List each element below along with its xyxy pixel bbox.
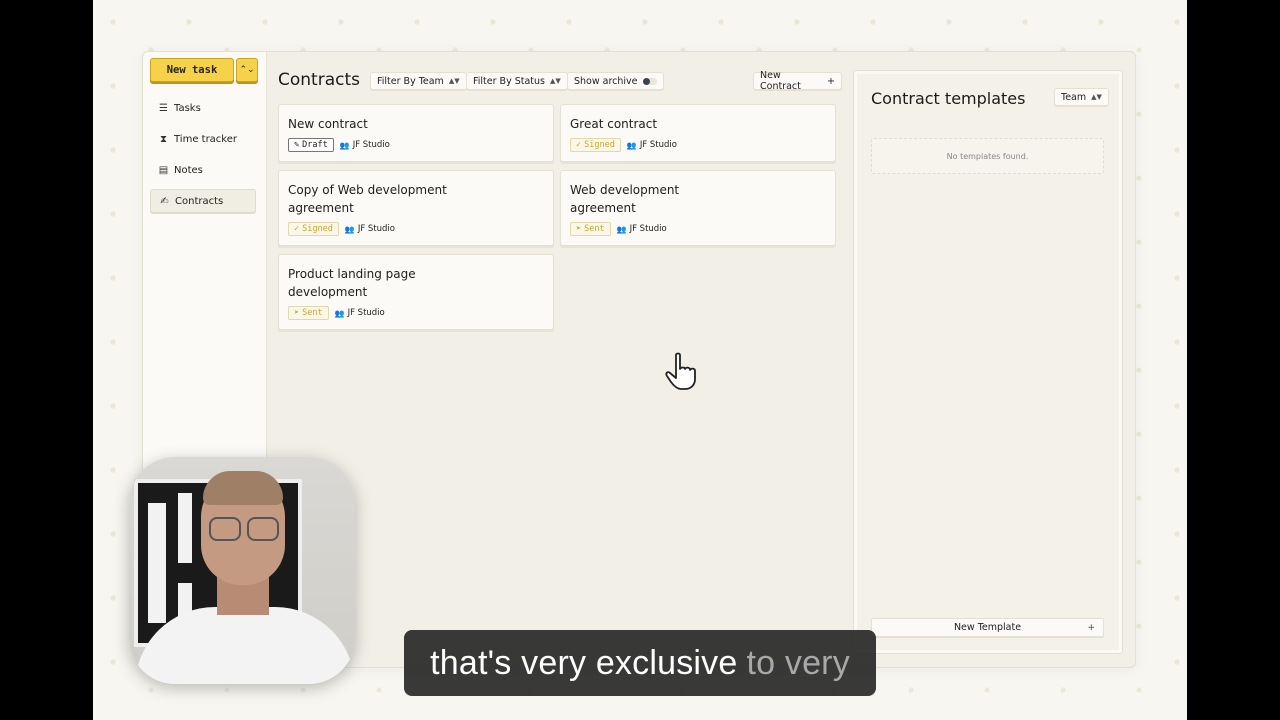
contract-title: New contract — [288, 117, 368, 131]
contract-meta: ✓ Signed 👥 JF Studio — [288, 222, 395, 236]
team-name: JF Studio — [639, 140, 677, 150]
sidebar-item-time-tracker[interactable]: ⧗ Time tracker — [150, 127, 256, 151]
sidebar-item-label: Tasks — [174, 102, 201, 114]
filter-by-status-select[interactable]: Filter By Status ▲▼ — [466, 72, 568, 90]
team-name: JF Studio — [347, 308, 385, 318]
filter-team-label: Filter By Team — [377, 75, 444, 87]
contract-card[interactable]: Product landing page development ➤ Sent … — [278, 254, 554, 330]
new-contract-button[interactable]: New Contract + — [753, 70, 842, 92]
status-text: Sent — [584, 224, 605, 234]
team-label: 👥 JF Studio — [617, 224, 667, 234]
pencil-icon: ✎ — [294, 140, 300, 150]
hourglass-icon: ⧗ — [159, 133, 168, 145]
chevron-up-down-icon: ▲▼ — [549, 77, 561, 85]
contract-card[interactable]: New contract ✎ Draft 👥 JF Studio — [278, 104, 554, 162]
sidebar-item-label: Time tracker — [174, 133, 238, 145]
users-icon: 👥 — [334, 308, 345, 318]
team-label: 👥 JF Studio — [340, 140, 390, 150]
new-template-button[interactable]: New Template + — [871, 618, 1104, 637]
status-text: Sent — [302, 308, 323, 318]
glasses-icon — [209, 517, 279, 541]
status-badge: ➤ Sent — [570, 222, 611, 236]
new-task-button[interactable]: New task — [150, 58, 234, 82]
contract-title: Great contract — [570, 117, 658, 131]
send-icon: ➤ — [576, 224, 582, 234]
contract-title: Web development agreement — [570, 183, 680, 215]
webcam-overlay — [129, 457, 355, 684]
users-icon: 👥 — [344, 224, 355, 234]
team-name: JF Studio — [629, 224, 667, 234]
contract-meta: ✎ Draft 👥 JF Studio — [288, 138, 390, 152]
chevron-up-down-icon: ⌃⌄ — [239, 65, 255, 75]
plus-icon: + — [827, 75, 835, 87]
chevron-up-down-icon: ▲▼ — [1091, 93, 1102, 101]
sidebar-item-contracts[interactable]: ✍ Contracts — [150, 189, 256, 213]
users-icon: 👥 — [616, 224, 627, 234]
new-task-options-button[interactable]: ⌃⌄ — [236, 58, 258, 82]
show-archive-label: Show archive — [574, 75, 638, 87]
page-title: Contracts — [278, 70, 360, 90]
subtitle-caption: that's very exclusive to very — [404, 630, 876, 696]
team-select-label: Team — [1061, 91, 1087, 103]
contract-meta: ➤ Sent 👥 JF Studio — [288, 306, 385, 320]
new-contract-label: New Contract — [760, 70, 801, 92]
team-name: JF Studio — [357, 224, 395, 234]
send-icon: ➤ — [294, 308, 300, 318]
toggle-switch[interactable] — [642, 77, 657, 85]
status-text: Signed — [584, 140, 615, 150]
list-icon: ☰ — [159, 102, 168, 114]
sidebar-item-notes[interactable]: ▤ Notes — [150, 158, 256, 182]
empty-templates-message: No templates found. — [871, 138, 1104, 174]
status-badge: ➤ Sent — [288, 306, 329, 320]
contract-meta: ➤ Sent 👥 JF Studio — [570, 222, 667, 236]
users-icon: 👥 — [339, 140, 350, 150]
status-badge: ✓ Signed — [288, 222, 339, 236]
team-label: 👥 JF Studio — [335, 308, 385, 318]
contract-icon: ✍ — [160, 195, 169, 207]
check-icon: ✓ — [576, 140, 582, 150]
templates-title: Contract templates — [871, 89, 1026, 108]
status-text: Signed — [302, 224, 333, 234]
team-label: 👥 JF Studio — [627, 140, 677, 150]
contract-title: Copy of Web development agreement — [288, 183, 447, 215]
filter-status-label: Filter By Status — [473, 75, 545, 87]
contract-templates-panel: Contract templates Team ▲▼ No templates … — [853, 70, 1123, 654]
contract-meta: ✓ Signed 👥 JF Studio — [570, 138, 677, 152]
sidebar-item-label: Notes — [174, 164, 203, 176]
sidebar-item-label: Contracts — [175, 195, 224, 207]
show-archive-toggle[interactable]: Show archive — [567, 72, 664, 90]
sidebar-item-tasks[interactable]: ☰ Tasks — [150, 96, 256, 120]
contract-card[interactable]: Web development agreement ➤ Sent 👥 JF St… — [560, 170, 836, 246]
team-label: 👥 JF Studio — [345, 224, 395, 234]
status-badge: ✎ Draft — [288, 138, 334, 152]
person-hair — [203, 471, 283, 505]
new-template-label: New Template — [953, 622, 1022, 633]
contract-card[interactable]: Great contract ✓ Signed 👥 JF Studio — [560, 104, 836, 162]
users-icon: 👥 — [626, 140, 637, 150]
caption-spoken-text: that's very exclusive — [430, 643, 738, 682]
contract-title: Product landing page development — [288, 267, 416, 299]
filter-by-team-select[interactable]: Filter By Team ▲▼ — [370, 72, 467, 90]
plus-icon: + — [1087, 622, 1095, 633]
notes-icon: ▤ — [158, 164, 169, 176]
status-badge: ✓ Signed — [570, 138, 621, 152]
caption-upcoming-text: to very — [746, 643, 850, 682]
status-text: Draft — [302, 140, 328, 150]
chevron-up-down-icon: ▲▼ — [448, 77, 460, 85]
hand-pointer-cursor-icon — [665, 352, 696, 390]
team-select[interactable]: Team ▲▼ — [1054, 88, 1109, 106]
check-icon: ✓ — [294, 224, 300, 234]
contract-card[interactable]: Copy of Web development agreement ✓ Sign… — [278, 170, 554, 246]
team-name: JF Studio — [352, 140, 390, 150]
